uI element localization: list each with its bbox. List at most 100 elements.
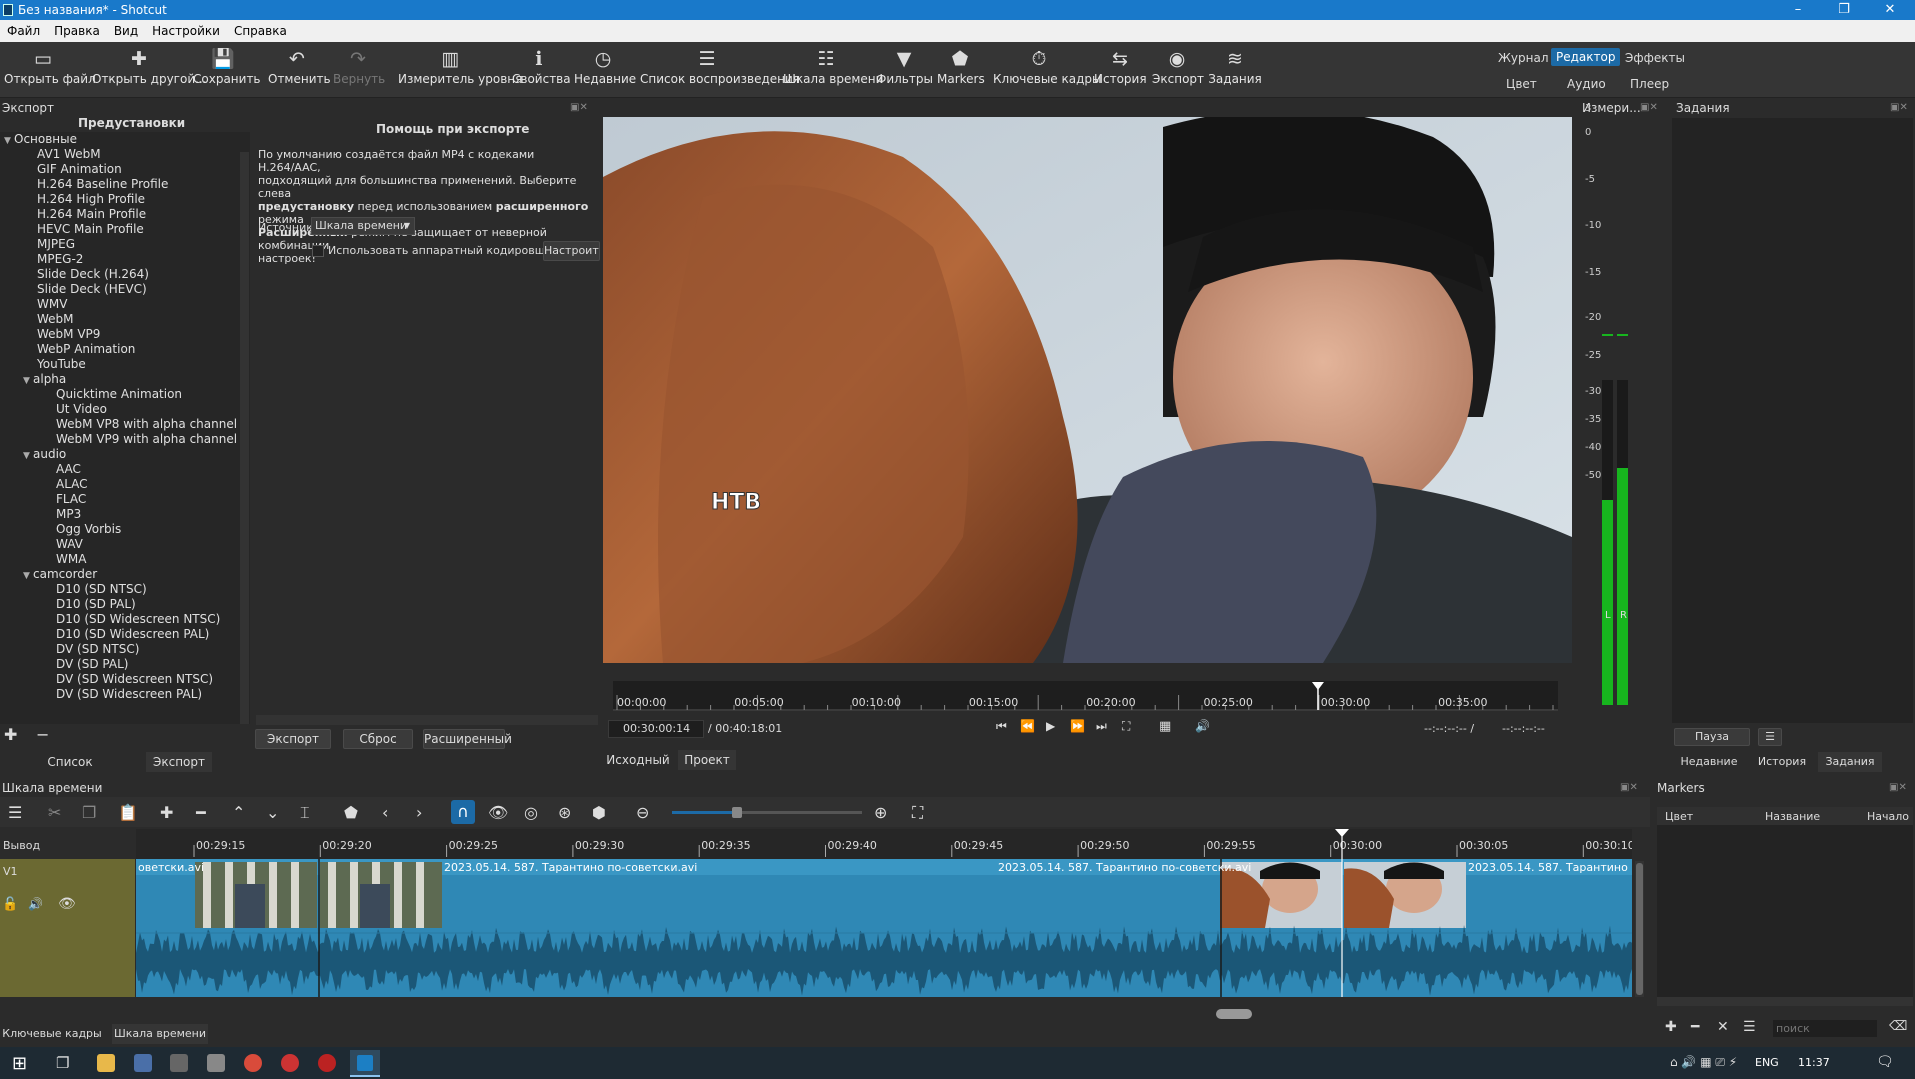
preset-item[interactable]: WebM VP9 with alpha channel	[0, 432, 250, 447]
marker-icon[interactable]: ⬟	[344, 803, 358, 822]
clear-search-icon[interactable]: ⌫	[1889, 1019, 1907, 1034]
preset-group[interactable]: ▼ audio	[0, 447, 250, 462]
preset-item[interactable]: D10 (SD Widescreen PAL)	[0, 627, 250, 642]
remove-preset-icon[interactable]: −	[36, 725, 49, 744]
taskbar-app-icon[interactable]	[134, 1054, 152, 1072]
meter-float-close-icon[interactable]: ▣✕	[1640, 102, 1658, 113]
preset-item[interactable]: H.264 Baseline Profile	[0, 177, 250, 192]
recent-button[interactable]: ◷ Недавние	[574, 46, 636, 96]
append-icon[interactable]: ✚	[160, 803, 173, 822]
split-icon[interactable]: ⌶	[300, 803, 310, 823]
pause-button[interactable]: Пауза	[1674, 728, 1750, 746]
preset-item[interactable]: D10 (SD Widescreen NTSC)	[0, 612, 250, 627]
tab-timeline[interactable]: Шкала времени	[112, 1024, 208, 1044]
preset-item[interactable]: Slide Deck (HEVC)	[0, 282, 250, 297]
hw-encoder-checkbox[interactable]	[312, 245, 324, 257]
cut-icon[interactable]: ✂	[48, 803, 61, 822]
notifications-icon[interactable]: 🗨	[1876, 1054, 1894, 1070]
preset-item[interactable]: AAC	[0, 462, 250, 477]
history-button[interactable]: ⇆ История	[1094, 46, 1147, 96]
preset-item[interactable]: Ogg Vorbis	[0, 522, 250, 537]
add-preset-icon[interactable]: ✚	[4, 725, 17, 744]
keyframes-button[interactable]: ⏱ Ключевые кадры	[993, 46, 1102, 96]
tab-keyframes[interactable]: Ключевые кадры	[0, 1024, 104, 1044]
jobs-list[interactable]	[1672, 118, 1913, 723]
audio-meter-button[interactable]: ▥ Измеритель уровня	[398, 46, 522, 96]
menu-settings[interactable]: Настройки	[145, 24, 227, 38]
markers-col-color[interactable]: Цвет	[1665, 810, 1693, 823]
preset-item[interactable]: MPEG-2	[0, 252, 250, 267]
preset-item[interactable]: WMA	[0, 552, 250, 567]
workspace-audio[interactable]: Аудио	[1562, 75, 1611, 93]
menu-edit[interactable]: Правка	[47, 24, 107, 38]
close-button[interactable]: ✕	[1867, 0, 1913, 20]
preset-item[interactable]: Slide Deck (H.264)	[0, 267, 250, 282]
copy-icon[interactable]: ❐	[82, 803, 96, 822]
add-marker-icon[interactable]: ✚	[1665, 1019, 1677, 1035]
timeline-tracks[interactable]: 00:29:15 00:29:20 00:29:25 00:29:30 00:29:35…	[136, 829, 1632, 997]
preset-item[interactable]: DV (SD Widescreen NTSC)	[0, 672, 250, 687]
shotcut-taskbar-button[interactable]	[350, 1050, 380, 1077]
markers-button[interactable]: ⬟ Markers	[937, 46, 985, 96]
scrub-icon[interactable]: 👁	[488, 803, 508, 822]
zoom-out-icon[interactable]: ⊖	[636, 803, 649, 822]
fast-forward-icon[interactable]: ⏩	[1070, 719, 1085, 733]
timeline-float-close-icon[interactable]: ▣✕	[1620, 782, 1638, 793]
export-file-button[interactable]: Экспорт	[255, 729, 331, 749]
preset-item[interactable]: WebP Animation	[0, 342, 250, 357]
configure-button[interactable]: Настроить...	[543, 241, 600, 261]
grid-icon[interactable]: ▦	[1159, 719, 1171, 734]
tab-source[interactable]: Исходный	[605, 750, 671, 770]
tab-project[interactable]: Проект	[678, 750, 736, 770]
lift-icon[interactable]: ⌃	[232, 803, 245, 822]
overwrite-icon[interactable]: ⌄	[266, 803, 279, 822]
jobs-float-close-icon[interactable]: ▣✕	[1890, 102, 1908, 113]
player-playhead-handle[interactable]	[1311, 682, 1324, 690]
advanced-button[interactable]: Расширенный	[423, 729, 512, 749]
expand-arrow-icon[interactable]: ▼	[23, 374, 33, 389]
undo-button[interactable]: ↶ Отменить	[268, 46, 331, 96]
preset-item[interactable]: WMV	[0, 297, 250, 312]
video-preview[interactable]: НТВ	[603, 117, 1572, 663]
workspace-color[interactable]: Цвет	[1501, 75, 1542, 93]
preset-item[interactable]: HEVC Main Profile	[0, 222, 250, 237]
ripple-icon[interactable]: ◎	[524, 803, 538, 822]
current-timecode-input[interactable]: 00:30:00:14	[608, 720, 704, 738]
rewind-icon[interactable]: ⏪	[1020, 719, 1035, 733]
minimize-button[interactable]: –	[1775, 0, 1821, 20]
jobs-menu-icon[interactable]: ☰	[1758, 728, 1782, 746]
jobs-button[interactable]: ≋ Задания	[1208, 46, 1262, 96]
preset-group[interactable]: ▼ Основные	[0, 132, 250, 147]
expand-arrow-icon[interactable]: ▼	[23, 449, 33, 464]
source-select[interactable]: Шкала времени ▼	[311, 217, 415, 235]
windows-start-icon[interactable]: ⊞	[12, 1053, 27, 1074]
workspace-log[interactable]: Журнал	[1493, 49, 1554, 67]
preset-item[interactable]: ALAC	[0, 477, 250, 492]
hide-icon[interactable]: 👁	[58, 896, 76, 912]
zoom-slider[interactable]	[672, 807, 862, 818]
workspace-editor[interactable]: Редактор	[1551, 48, 1621, 66]
zoom-slider-handle[interactable]	[732, 807, 742, 818]
remove-marker-icon[interactable]: ━	[1691, 1019, 1699, 1035]
preset-item[interactable]: MJPEG	[0, 237, 250, 252]
preset-item[interactable]: Ut Video	[0, 402, 250, 417]
expand-arrow-icon[interactable]: ▼	[23, 569, 33, 584]
lock-icon[interactable]: 🔓	[2, 897, 18, 912]
preset-item[interactable]: WebM	[0, 312, 250, 327]
task-view-icon[interactable]: ❐	[56, 1054, 69, 1072]
player-scrubber[interactable]: 00:00:00 00:05:00 00:10:00 00:15:00 00:20:00…	[613, 681, 1741, 711]
markers-col-name[interactable]: Название	[1765, 810, 1820, 823]
ripple-delete-icon[interactable]: ━	[196, 803, 206, 822]
tray-icons[interactable]: ⌂ 🔊 ▦ ⎚ ⚡	[1670, 1055, 1737, 1070]
markers-list[interactable]	[1657, 825, 1913, 1005]
preset-item[interactable]: DV (SD PAL)	[0, 657, 250, 672]
clear-markers-icon[interactable]: ✕	[1717, 1019, 1729, 1035]
zoom-fit-timeline-icon[interactable]: ⛶	[912, 803, 923, 823]
previous-marker-icon[interactable]: ‹	[382, 803, 388, 822]
markers-float-close-icon[interactable]: ▣✕	[1889, 782, 1907, 793]
markers-col-start[interactable]: Начало	[1867, 810, 1909, 823]
taskbar-app3-icon[interactable]	[207, 1054, 225, 1072]
timeline-button[interactable]: ☷ Шкала времени	[783, 46, 883, 96]
skip-next-icon[interactable]: ⏭	[1096, 719, 1107, 734]
zoom-in-icon[interactable]: ⊕	[874, 803, 887, 822]
